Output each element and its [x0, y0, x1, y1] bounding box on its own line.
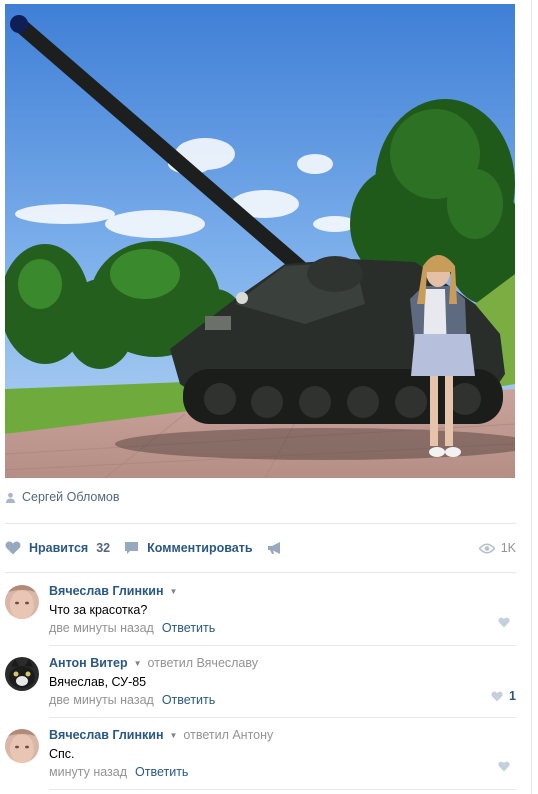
heart-icon	[498, 761, 510, 772]
reply-button[interactable]: Ответить	[162, 621, 215, 635]
avatar[interactable]	[5, 657, 39, 691]
user-icon	[6, 492, 15, 503]
comment-date[interactable]: две минуты назад	[49, 621, 154, 635]
comment-item: Вячеслав Глинкин ▼ ответил Антону Спс. м…	[5, 717, 516, 789]
divider	[5, 523, 516, 524]
avatar-cat-image	[5, 657, 39, 691]
post-actions-bar: Нравится 32 Комментировать 1K	[5, 534, 516, 562]
comment-author[interactable]: Вячеслав Глинкин	[49, 728, 164, 742]
tank-photo-image	[5, 4, 515, 478]
comment-like-button[interactable]	[498, 761, 516, 772]
comment-item: Вячеслав Глинкин ▼ Что за красотка? две …	[5, 573, 516, 645]
comment-author[interactable]: Вячеслав Глинкин	[49, 584, 164, 598]
heart-icon	[498, 617, 510, 628]
photo-author-row: Сергей Обломов	[5, 489, 120, 505]
reply-button[interactable]: Ответить	[162, 693, 215, 707]
chevron-down-icon[interactable]: ▼	[170, 587, 178, 596]
like-count: 32	[96, 541, 111, 555]
avatar-face-image	[5, 585, 39, 619]
heart-icon	[491, 691, 503, 701]
comment-text: Вячеслав, СУ-85	[49, 675, 147, 689]
comment-button[interactable]: Комментировать	[124, 541, 253, 555]
reply-button[interactable]: Ответить	[135, 765, 188, 779]
reply-to-label[interactable]: ответил Вячеславу	[148, 656, 258, 670]
avatar-face-image	[5, 729, 39, 763]
post-photo[interactable]	[5, 4, 515, 478]
views-counter: 1K	[478, 534, 516, 562]
comment-date[interactable]: минуту назад	[49, 765, 127, 779]
comment-author[interactable]: Антон Витер	[49, 656, 128, 670]
comment-text: Что за красотка?	[49, 603, 148, 617]
comment-like-count: 1	[509, 689, 516, 703]
comment-icon	[125, 542, 139, 554]
comment-text: Спс.	[49, 747, 75, 761]
comment-item: Антон Витер ▼ ответил Вячеславу Вячеслав…	[5, 645, 516, 717]
share-button[interactable]	[267, 541, 291, 555]
photo-author-name[interactable]: Сергей Обломов	[22, 490, 120, 504]
comment-label: Комментировать	[147, 541, 253, 555]
chevron-down-icon[interactable]: ▼	[170, 731, 178, 740]
avatar[interactable]	[5, 729, 39, 763]
chevron-down-icon[interactable]: ▼	[134, 659, 142, 668]
eye-icon	[478, 542, 495, 554]
share-icon	[267, 542, 280, 554]
comment-date[interactable]: две минуты назад	[49, 693, 154, 707]
wall-post: Сергей Обломов Нравится 32 Комментироват…	[0, 0, 532, 794]
avatar[interactable]	[5, 585, 39, 619]
heart-icon	[5, 541, 21, 555]
like-button[interactable]: Нравится 32	[5, 541, 110, 555]
like-label: Нравится	[29, 541, 89, 555]
comment-like-button[interactable]: 1	[491, 689, 516, 703]
comment-like-button[interactable]	[498, 617, 516, 628]
divider	[49, 789, 516, 790]
reply-to-label[interactable]: ответил Антону	[183, 728, 273, 742]
views-count: 1K	[500, 541, 516, 555]
